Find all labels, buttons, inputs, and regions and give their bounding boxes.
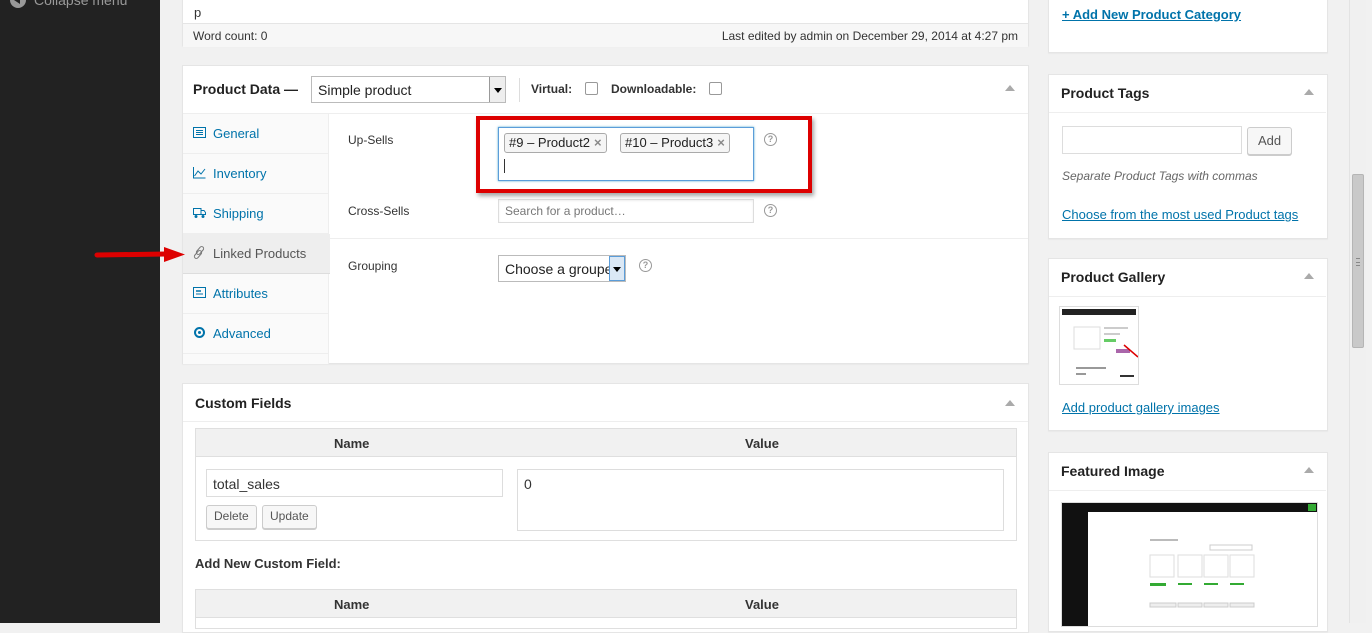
general-icon: [193, 127, 206, 138]
tab-shipping[interactable]: Shipping: [183, 194, 329, 234]
column-value: Value: [745, 436, 779, 451]
truck-icon: [193, 208, 206, 218]
editor-path[interactable]: p: [194, 5, 201, 20]
divider: [1049, 112, 1326, 113]
admin-sidebar: Collapse menu: [0, 0, 160, 623]
column-name: Name: [334, 597, 370, 612]
downloadable-label: Downloadable:: [611, 82, 697, 96]
word-count: Word count: 0: [193, 29, 268, 43]
collapse-menu-button[interactable]: Collapse menu: [10, 0, 127, 8]
gear-icon: [194, 327, 205, 338]
tab-label: Attributes: [213, 286, 268, 301]
product-data-header: Product Data — Simple product Virtual: D…: [183, 66, 1028, 114]
tags-hint: Separate Product Tags with commas: [1062, 169, 1258, 183]
product-type-value: Simple product: [318, 82, 412, 98]
tag-input[interactable]: [1062, 126, 1242, 154]
editor-status-bar: Word count: 0 Last edited by admin on De…: [183, 23, 1028, 47]
chevron-down-icon[interactable]: [489, 77, 505, 102]
table-header: Name Value: [196, 590, 1016, 618]
product-gallery-box: Product Gallery Add product gallery imag…: [1048, 258, 1328, 431]
product-categories-box: + Add New Product Category: [1048, 0, 1328, 53]
product-data-tabs: General Inventory Shipping Linked Produc…: [183, 114, 330, 364]
crosssells-search-input[interactable]: Search for a product…: [498, 199, 754, 223]
virtual-label: Virtual:: [531, 82, 573, 96]
divider: [1049, 490, 1326, 491]
product-data-box: Product Data — Simple product Virtual: D…: [182, 65, 1029, 364]
divider: [183, 421, 1028, 422]
featured-image: [1062, 503, 1317, 626]
divider: [1049, 296, 1326, 297]
custom-fields-title: Custom Fields: [195, 395, 292, 411]
new-custom-field-table: Name Value: [195, 589, 1017, 629]
crosssells-label: Cross-Sells: [348, 204, 410, 218]
add-tag-button[interactable]: Add: [1247, 127, 1293, 155]
table-header: Name Value: [196, 429, 1016, 457]
tab-linked-products[interactable]: Linked Products: [183, 234, 330, 274]
grouping-label: Grouping: [348, 259, 398, 273]
scrollbar-thumb[interactable]: [1352, 174, 1364, 348]
product-gallery-title: Product Gallery: [1061, 269, 1166, 285]
toggle-arrow-icon[interactable]: [1304, 89, 1314, 95]
featured-image-box: Featured Image: [1048, 452, 1328, 632]
tab-label: Shipping: [213, 206, 264, 221]
column-name: Name: [334, 436, 370, 451]
tab-label: General: [213, 126, 260, 141]
help-icon[interactable]: ?: [764, 204, 777, 217]
grouping-value: Choose a grouped product…: [505, 261, 625, 277]
link-icon: [193, 246, 205, 259]
column-value: Value: [745, 597, 779, 612]
featured-image-thumbnail[interactable]: [1061, 502, 1318, 627]
editor-footer: p Word count: 0 Last edited by admin on …: [182, 0, 1029, 47]
tab-attributes[interactable]: Attributes: [183, 274, 329, 314]
grouping-select[interactable]: Choose a grouped product…: [498, 255, 626, 282]
add-new-category-link[interactable]: + Add New Product Category: [1062, 7, 1241, 22]
chevron-down-icon[interactable]: [609, 256, 625, 281]
tab-label: Inventory: [213, 166, 267, 181]
toggle-arrow-icon[interactable]: [1005, 400, 1015, 406]
collapse-icon: [10, 0, 26, 8]
toggle-arrow-icon[interactable]: [1304, 273, 1314, 279]
delete-button[interactable]: Delete: [206, 505, 257, 529]
grip-icon: [1356, 258, 1360, 266]
annotation-highlight-box: [476, 116, 812, 193]
page-scrollbar[interactable]: [1349, 0, 1366, 623]
tab-label: Linked Products: [213, 246, 307, 261]
product-tags-box: Product Tags Add Separate Product Tags w…: [1048, 74, 1328, 239]
toggle-arrow-icon[interactable]: [1005, 85, 1015, 91]
virtual-checkbox[interactable]: [585, 82, 598, 95]
custom-field-value-textarea[interactable]: 0: [517, 469, 1004, 531]
product-type-select[interactable]: Simple product: [311, 76, 506, 103]
add-new-custom-field-label: Add New Custom Field:: [195, 556, 341, 571]
update-button[interactable]: Update: [262, 505, 317, 529]
product-tags-title: Product Tags: [1061, 85, 1150, 101]
attributes-icon: [193, 287, 206, 298]
tab-general[interactable]: General: [183, 114, 329, 154]
tab-inventory[interactable]: Inventory: [183, 154, 329, 194]
product-data-title: Product Data —: [193, 81, 299, 97]
divider: [330, 238, 1028, 239]
last-edited: Last edited by admin on December 29, 201…: [721, 29, 1018, 43]
custom-fields-box: Custom Fields Name Value total_sales 0 D…: [182, 383, 1029, 633]
tab-label: Advanced: [213, 326, 271, 341]
gallery-thumbnail[interactable]: [1059, 306, 1139, 385]
annotation-arrow-icon: [94, 247, 185, 262]
help-icon[interactable]: ?: [639, 259, 652, 272]
custom-fields-table: Name Value total_sales 0 Delete Update: [195, 428, 1017, 541]
choose-tags-link[interactable]: Choose from the most used Product tags: [1062, 207, 1298, 222]
add-gallery-images-link[interactable]: Add product gallery images: [1062, 400, 1220, 415]
divider: [519, 78, 520, 102]
collapse-menu-label: Collapse menu: [34, 0, 128, 8]
custom-field-key-input[interactable]: total_sales: [206, 469, 503, 497]
window-edge: [1366, 0, 1372, 623]
toggle-arrow-icon[interactable]: [1304, 467, 1314, 473]
featured-image-title: Featured Image: [1061, 463, 1165, 479]
upsells-label: Up-Sells: [348, 133, 394, 147]
inventory-icon: [193, 167, 206, 179]
gallery-image: [1060, 307, 1138, 384]
downloadable-checkbox[interactable]: [709, 82, 722, 95]
tab-advanced[interactable]: Advanced: [183, 314, 329, 354]
